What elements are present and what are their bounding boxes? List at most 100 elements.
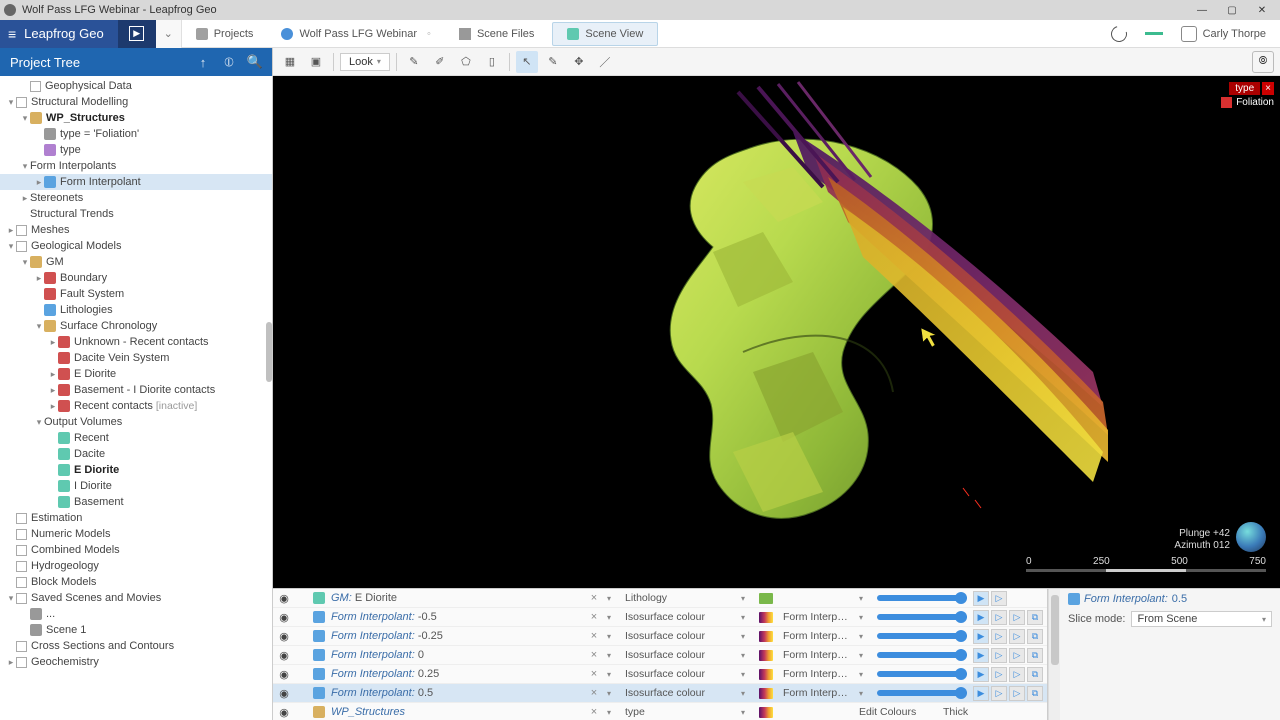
opacity-slider[interactable] [877, 652, 967, 658]
refresh-icon[interactable] [1108, 23, 1130, 45]
row-control-button[interactable]: ▷ [991, 629, 1007, 644]
tree-toggle-icon[interactable]: ▸ [48, 401, 58, 412]
tree-checkbox[interactable] [16, 529, 27, 540]
colorby-dropdown-icon[interactable]: ▾ [607, 594, 619, 603]
dropdown-icon[interactable]: ▾ [741, 613, 753, 622]
user-menu[interactable]: Carly Thorpe [1181, 26, 1266, 42]
color-swatch[interactable] [759, 650, 773, 661]
visibility-toggle-icon[interactable]: ◉ [277, 649, 291, 662]
scene-list-row[interactable]: ◉Form Interpolant: 0.25×▾Isosurface colo… [273, 665, 1047, 684]
row-control-button[interactable]: ▷ [991, 667, 1007, 682]
colormap-label[interactable]: Form Interp… [783, 687, 853, 699]
remove-icon[interactable]: × [587, 706, 601, 718]
tree-checkbox[interactable] [16, 641, 27, 652]
line-weight-select[interactable]: Thick [943, 706, 968, 718]
scene-list-row[interactable]: ◉WP_Structures ×▾type▾Edit ColoursThick [273, 703, 1047, 720]
color-swatch[interactable] [759, 669, 773, 680]
dropdown-icon[interactable]: ▾ [859, 651, 871, 660]
tree-row[interactable]: ▾Surface Chronology [0, 318, 272, 334]
tree-checkbox[interactable] [30, 81, 41, 92]
colorby-dropdown-icon[interactable]: ▾ [607, 708, 619, 717]
color-swatch[interactable] [759, 612, 773, 623]
dropdown-icon[interactable]: ▾ [859, 594, 871, 603]
tree-checkbox[interactable] [16, 561, 27, 572]
tree-toggle-icon[interactable]: ▾ [20, 257, 30, 268]
tree-row[interactable]: type [0, 142, 272, 158]
tree-row[interactable]: type = 'Foliation' [0, 126, 272, 142]
row-control-button[interactable]: ⧉ [1027, 686, 1043, 701]
vt-plane-icon[interactable]: ▯ [481, 51, 503, 73]
scene-list-row[interactable]: ◉Form Interpolant: -0.5×▾Isosurface colo… [273, 608, 1047, 627]
opacity-slider[interactable] [877, 595, 967, 601]
tree-row[interactable]: ▸Basement - I Diorite contacts [0, 382, 272, 398]
colorby-label[interactable]: type [625, 706, 735, 718]
dropdown-icon[interactable]: ▾ [741, 708, 753, 717]
tree-search-icon[interactable]: 🔍 [248, 55, 262, 69]
colorby-dropdown-icon[interactable]: ▾ [607, 651, 619, 660]
tree-toggle-icon[interactable]: ▸ [6, 225, 16, 236]
camera-icon[interactable]: ⦾ [1252, 51, 1274, 73]
dropdown-icon[interactable]: ▾ [859, 632, 871, 641]
tree-toggle-icon[interactable]: ▸ [34, 273, 44, 284]
dropdown-icon[interactable]: ▾ [741, 670, 753, 679]
vt-select-icon[interactable]: ↖ [516, 51, 538, 73]
tree-checkbox[interactable] [16, 593, 27, 604]
breadcrumb-projects[interactable]: Projects [182, 20, 268, 48]
tree-pause-icon[interactable]: ⦶ [222, 55, 236, 69]
tree-row[interactable]: ▸Meshes [0, 222, 272, 238]
tree-row[interactable]: Scene 1 [0, 622, 272, 638]
slice-mode-select[interactable]: From Scene▾ [1131, 611, 1272, 627]
tree-row[interactable]: Cross Sections and Contours [0, 638, 272, 654]
row-control-button[interactable]: ▶ [973, 667, 989, 682]
dropdown-icon[interactable]: ▾ [741, 689, 753, 698]
remove-icon[interactable]: × [587, 630, 601, 642]
tree-row[interactable]: Structural Trends [0, 206, 272, 222]
opacity-slider[interactable] [877, 690, 967, 696]
tree-toggle-icon[interactable]: ▸ [20, 193, 30, 204]
row-control-button[interactable]: ▷ [991, 610, 1007, 625]
tree-row[interactable]: ▾WP_Structures [0, 110, 272, 126]
header-dropdown[interactable]: ⌄ [156, 20, 182, 48]
viewport-3d[interactable]: type× Foliation Plunge +42 Azimuth 012 0… [273, 76, 1280, 588]
tree-row[interactable]: Estimation [0, 510, 272, 526]
colormap-label[interactable]: Form Interp… [783, 668, 853, 680]
tree-row[interactable]: I Diorite [0, 478, 272, 494]
colormap-label[interactable]: Form Interp… [783, 649, 853, 661]
tree-row[interactable]: ▾Geological Models [0, 238, 272, 254]
tree-toggle-icon[interactable]: ▾ [34, 417, 44, 428]
color-swatch[interactable] [759, 688, 773, 699]
tree-row[interactable]: ▸Stereonets [0, 190, 272, 206]
compass-widget[interactable] [1236, 522, 1266, 552]
row-control-button[interactable]: ⧉ [1027, 648, 1043, 663]
tree-row[interactable]: ▸Recent contacts [inactive] [0, 398, 272, 414]
tree-toggle-icon[interactable]: ▾ [34, 321, 44, 332]
colorby-dropdown-icon[interactable]: ▾ [607, 670, 619, 679]
colorby-label[interactable]: Isosurface colour [625, 611, 735, 623]
tree-row[interactable]: Lithologies [0, 302, 272, 318]
color-swatch[interactable] [759, 593, 773, 604]
colorby-label[interactable]: Lithology [625, 592, 735, 604]
tree-row[interactable]: ▾Saved Scenes and Movies [0, 590, 272, 606]
project-tree[interactable]: Geophysical Data▾Structural Modelling▾WP… [0, 76, 272, 720]
colorby-dropdown-icon[interactable]: ▾ [607, 613, 619, 622]
scene-list-row[interactable]: ◉GM: E Diorite×▾Lithology▾▾▶▷ [273, 589, 1047, 608]
tree-toggle-icon[interactable]: ▸ [6, 657, 16, 668]
row-control-button[interactable]: ⧉ [1027, 667, 1043, 682]
tree-row[interactable]: ▸Boundary [0, 270, 272, 286]
tree-row[interactable]: ▾Structural Modelling [0, 94, 272, 110]
breadcrumb-scene-files[interactable]: Scene Files [445, 20, 548, 48]
tree-checkbox[interactable] [16, 225, 27, 236]
opacity-slider[interactable] [877, 671, 967, 677]
remove-icon[interactable]: × [587, 687, 601, 699]
remove-icon[interactable]: × [587, 649, 601, 661]
row-control-button[interactable]: ⧉ [1027, 610, 1043, 625]
tree-row[interactable]: ▾Form Interpolants [0, 158, 272, 174]
maximize-button[interactable]: ▢ [1218, 1, 1246, 19]
row-control-button[interactable]: ⧉ [1027, 629, 1043, 644]
tree-toggle-icon[interactable]: ▸ [48, 337, 58, 348]
tree-row[interactable]: Dacite [0, 446, 272, 462]
minimize-button[interactable]: — [1188, 1, 1216, 19]
colorby-label[interactable]: Isosurface colour [625, 649, 735, 661]
color-swatch[interactable] [759, 707, 773, 718]
brand[interactable]: ≡ Leapfrog Geo [0, 20, 118, 48]
